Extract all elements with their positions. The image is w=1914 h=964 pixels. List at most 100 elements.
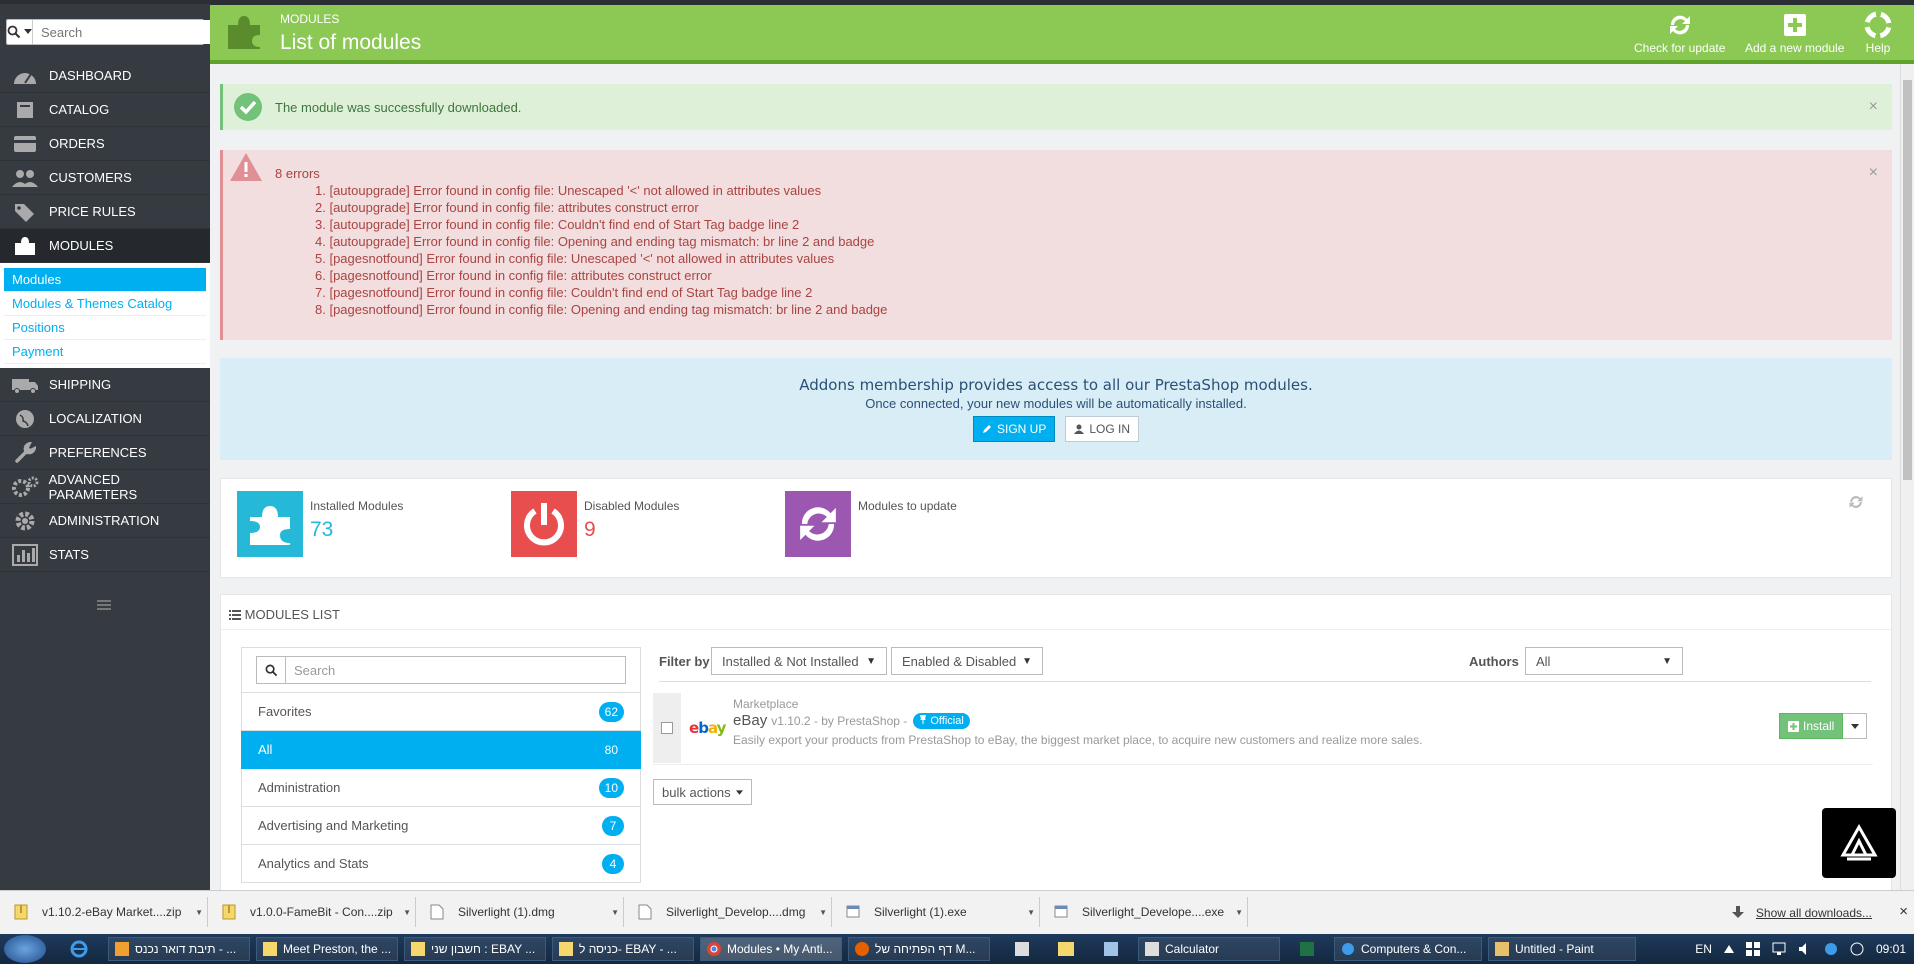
category-administration[interactable]: Administration 10 (241, 769, 641, 807)
download-filename: v1.10.2-eBay Market....zip (42, 905, 182, 919)
caret-down-icon[interactable]: ▼ (1027, 908, 1035, 917)
category-all[interactable]: All 80 (241, 731, 641, 769)
error-alert: 8 errors 1. [autoupgrade] Error found in… (220, 150, 1892, 340)
sign-up-button[interactable]: SIGN UP (972, 416, 1056, 442)
notepad-icon[interactable] (1104, 942, 1118, 956)
menu-shipping[interactable]: SHIPPING (0, 368, 210, 402)
help-widget-button[interactable] (1822, 808, 1896, 878)
submenu-positions[interactable]: Positions (4, 316, 206, 340)
caret-down-icon[interactable]: ▼ (819, 908, 827, 917)
taskbar-item-computers[interactable]: Computers & Con... (1334, 937, 1482, 961)
submenu-modules-themes-catalog[interactable]: Modules & Themes Catalog (4, 292, 206, 316)
menu-orders[interactable]: ORDERS (0, 127, 210, 161)
close-icon[interactable]: × (1899, 903, 1908, 920)
enabled-status-select[interactable]: Enabled & Disabled ▼ (891, 647, 1043, 675)
mail-icon (263, 942, 277, 956)
category-analytics-stats[interactable]: Analytics and Stats 4 (241, 845, 641, 883)
download-item[interactable]: v1.10.2-eBay Market....zip ▼ (0, 897, 208, 927)
wrench-icon (10, 441, 40, 465)
log-in-button[interactable]: LOG IN (1065, 416, 1140, 442)
clock-icon[interactable] (1850, 942, 1864, 956)
windows-flag-icon[interactable] (1745, 942, 1760, 956)
language-indicator[interactable]: EN (1695, 942, 1712, 956)
taskbar-item-ebay-account[interactable]: חשבון שני : EBAY ... (404, 937, 546, 961)
show-all-downloads-link[interactable]: Show all downloads... (1756, 906, 1872, 920)
taskbar-item-paint[interactable]: Untitled - Paint (1488, 937, 1636, 961)
install-status-select[interactable]: Installed & Not Installed ▼ (711, 647, 887, 675)
module-search-input[interactable]: Search (286, 656, 626, 684)
taskbar-item-mail[interactable]: Meet Preston, the ... (256, 937, 398, 961)
excel-icon[interactable] (1300, 942, 1314, 956)
caret-down-icon[interactable]: ▼ (195, 908, 203, 917)
modules-list-panel: MODULES LIST Search Favorites 62 All 80 … (220, 594, 1892, 924)
exe-file-icon (1054, 905, 1068, 918)
installed-modules-stat[interactable]: Installed Modules 73 (237, 491, 403, 557)
menu-label: ADMINISTRATION (49, 513, 160, 528)
caret-down-icon[interactable]: ▼ (611, 908, 619, 917)
select-value: Enabled & Disabled (902, 653, 1017, 669)
search-icon[interactable] (256, 656, 286, 684)
install-options-dropdown[interactable] (1843, 713, 1868, 739)
taskbar-label: חשבון שני : EBAY ... (431, 942, 536, 956)
download-item[interactable]: Silverlight (1).exe ▼ (832, 897, 1040, 927)
menu-localization[interactable]: LOCALIZATION (0, 402, 210, 436)
submenu-modules[interactable]: Modules (4, 268, 206, 292)
ie-icon[interactable] (70, 940, 88, 958)
search-scope-button[interactable] (7, 20, 33, 44)
chevron-up-icon[interactable] (1723, 945, 1734, 953)
breadcrumb[interactable]: MODULES (280, 12, 339, 26)
menu-administration[interactable]: ADMINISTRATION (0, 504, 210, 538)
menu-customers[interactable]: CUSTOMERS (0, 161, 210, 195)
collapse-menu-icon[interactable] (97, 597, 111, 613)
menu-dashboard[interactable]: DASHBOARD (0, 59, 210, 93)
flash-icon[interactable] (1824, 942, 1838, 956)
category-advertising-marketing[interactable]: Advertising and Marketing 7 (241, 807, 641, 845)
module-row: ebay Marketplace eBay v1.10.2 - by Prest… (653, 693, 1873, 765)
heading-divider (221, 629, 1891, 630)
download-filename: Silverlight_Develop....dmg (666, 905, 806, 919)
menu-price-rules[interactable]: PRICE RULES (0, 195, 210, 229)
bulk-actions-button[interactable]: bulk actions (653, 779, 752, 805)
install-button[interactable]: Install (1779, 713, 1844, 739)
explorer-icon[interactable] (1058, 942, 1074, 956)
download-filename: v1.0.0-FameBit - Con....zip (250, 905, 393, 919)
menu-label: SHIPPING (49, 377, 112, 392)
volume-icon[interactable] (1798, 942, 1812, 956)
close-icon[interactable]: × (1869, 98, 1878, 116)
refresh-icon[interactable] (1847, 493, 1865, 514)
submenu-payment[interactable]: Payment (4, 340, 206, 364)
help-button[interactable]: Help (1864, 11, 1892, 55)
taskbar-item-outlook[interactable]: תיבת דואר נכנס - ... (108, 937, 250, 961)
taskbar-item-ebay-login[interactable]: כניסה ל- EBAY - ... (552, 937, 694, 961)
category-favorites[interactable]: Favorites 62 (241, 693, 641, 731)
download-item[interactable]: Silverlight_Develop....dmg ▼ (624, 897, 832, 927)
taskbar-item-chrome-modules[interactable]: Modules • My Anti... (700, 937, 842, 961)
download-item[interactable]: Silverlight_Develope....exe ▼ (1040, 897, 1248, 927)
disabled-modules-stat[interactable]: Disabled Modules 9 (511, 491, 679, 557)
network-icon[interactable] (1772, 942, 1786, 956)
modules-to-update-stat[interactable]: Modules to update (785, 491, 957, 557)
download-item[interactable]: Silverlight (1).dmg ▼ (416, 897, 624, 927)
start-button[interactable] (4, 935, 46, 963)
clock-time[interactable]: 09:01 (1876, 942, 1906, 956)
close-icon[interactable]: × (1869, 164, 1878, 182)
modules-submenu: Modules Modules & Themes Catalog Positio… (0, 263, 210, 368)
authors-select[interactable]: All ▼ (1525, 647, 1683, 675)
menu-modules[interactable]: MODULES (0, 229, 210, 263)
menu-advanced-parameters[interactable]: ADVANCED PARAMETERS (0, 470, 210, 504)
check-for-update-button[interactable]: Check for update (1634, 11, 1725, 55)
caret-down-icon[interactable]: ▼ (1235, 908, 1243, 917)
module-checkbox[interactable] (653, 693, 681, 763)
menu-preferences[interactable]: PREFERENCES (0, 436, 210, 470)
calculator-app-icon[interactable] (1015, 942, 1029, 956)
taskbar-item-firefox[interactable]: דף הפתיחה של M... (848, 937, 990, 961)
sidebar-search-input[interactable] (33, 20, 217, 44)
download-item[interactable]: v1.0.0-FameBit - Con....zip ▼ (208, 897, 416, 927)
page-scrollbar[interactable] (1900, 64, 1914, 890)
caret-down-icon[interactable]: ▼ (403, 908, 411, 917)
menu-stats[interactable]: STATS (0, 538, 210, 572)
menu-catalog[interactable]: CATALOG (0, 93, 210, 127)
scrollbar-thumb[interactable] (1903, 80, 1912, 480)
add-new-module-button[interactable]: Add a new module (1745, 11, 1844, 55)
taskbar-item-calculator[interactable]: Calculator (1138, 937, 1280, 961)
